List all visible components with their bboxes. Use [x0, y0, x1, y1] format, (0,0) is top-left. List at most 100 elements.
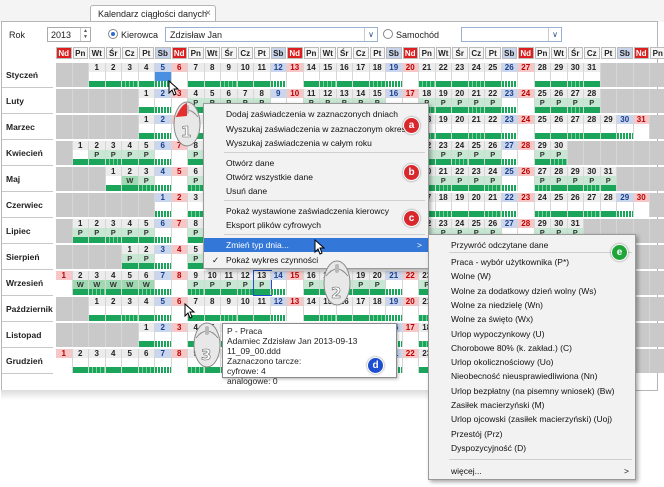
day-cell[interactable]: 22P	[485, 89, 502, 113]
day-cell[interactable]: 6W	[138, 271, 155, 295]
day-cell[interactable]: 17	[402, 323, 419, 347]
day-cell[interactable]: 2	[72, 349, 89, 373]
day-cell[interactable]: 31	[584, 63, 601, 87]
day-cell[interactable]: 28	[534, 63, 551, 87]
day-cell[interactable]: 24	[534, 193, 551, 217]
day-cell[interactable]: 2W	[72, 271, 89, 295]
day-cell[interactable]: 6	[138, 349, 155, 373]
day-cell[interactable]: 5	[122, 349, 139, 373]
day-cell[interactable]: 16P	[303, 271, 320, 295]
day-cell[interactable]: 23	[518, 193, 535, 217]
day-cell[interactable]: 27P	[567, 89, 584, 113]
day-cell[interactable]: 21	[419, 63, 436, 87]
day-cell[interactable]: 5P	[138, 141, 155, 165]
submenu-item-day-type[interactable]: Urlop okolicznościowy (Uo)	[429, 355, 635, 369]
day-cell[interactable]: 7	[155, 349, 172, 373]
day-cell[interactable]: 1	[89, 63, 106, 87]
day-cell[interactable]: 27P	[534, 167, 551, 191]
day-cell[interactable]: 7	[188, 63, 205, 87]
day-cell[interactable]: 1P	[122, 245, 139, 269]
day-cell[interactable]: 30	[617, 115, 634, 139]
day-cell[interactable]: 20	[402, 63, 419, 87]
day-cell[interactable]: 29	[551, 63, 568, 87]
samochod-select[interactable]: ∨	[461, 27, 562, 42]
day-cell[interactable]: 6	[155, 219, 172, 243]
day-cell[interactable]: 15	[320, 63, 337, 87]
tab-kalendarz[interactable]: Kalendarz ciągłości danych ×	[90, 5, 216, 22]
day-cell[interactable]: 2	[105, 63, 122, 87]
day-cell[interactable]: 9	[221, 297, 238, 321]
day-cell[interactable]: 20P	[369, 271, 386, 295]
day-cell[interactable]: 31	[633, 115, 650, 139]
day-cell[interactable]: 28	[600, 193, 617, 217]
submenu-item-day-type[interactable]: Dyspozycyjność (D)	[429, 441, 635, 455]
day-cell[interactable]: 12	[270, 63, 287, 87]
day-cell[interactable]: 25	[485, 63, 502, 87]
day-cell[interactable]: 1	[72, 141, 89, 165]
samochod-radio[interactable]	[383, 29, 393, 39]
day-cell[interactable]: 14	[303, 63, 320, 87]
day-cell[interactable]: 25	[501, 167, 518, 191]
day-cell[interactable]: 10	[237, 63, 254, 87]
day-cell[interactable]: 22	[402, 271, 419, 295]
submenu-item-day-type[interactable]: Urlop bezpłatny (na pisemny wniosek) (Bw…	[429, 384, 635, 398]
day-cell[interactable]: 29	[600, 115, 617, 139]
day-cell[interactable]: 22	[435, 63, 452, 87]
day-cell[interactable]: 1	[138, 115, 155, 139]
day-cell[interactable]: 4	[138, 297, 155, 321]
day-cell[interactable]: 19	[386, 297, 403, 321]
day-cell[interactable]: 2W	[122, 167, 139, 191]
day-cell[interactable]: 24	[518, 115, 535, 139]
day-cell[interactable]: 21	[386, 271, 403, 295]
day-cell[interactable]: 25	[534, 115, 551, 139]
day-cell[interactable]: 8	[171, 349, 188, 373]
day-cell[interactable]: 22	[501, 193, 518, 217]
day-cell[interactable]: 16	[336, 63, 353, 87]
day-cell[interactable]: 23	[501, 115, 518, 139]
day-cell[interactable]: 3P	[105, 219, 122, 243]
day-cell[interactable]: 27	[518, 63, 535, 87]
day-cell[interactable]: 24P	[452, 141, 469, 165]
day-cell[interactable]: 14	[270, 271, 287, 295]
day-cell[interactable]: 3	[171, 323, 188, 347]
submenu-item-day-type[interactable]: Chorobowe 80% (k. zakład.) (C)	[429, 341, 635, 355]
day-cell[interactable]: 29P	[567, 167, 584, 191]
day-cell[interactable]: 11	[254, 63, 271, 87]
day-cell[interactable]: 29P	[534, 141, 551, 165]
submenu-item-day-type[interactable]: Nieobecność nieusprawiedliwiona (Nn)	[429, 369, 635, 383]
day-cell[interactable]: 7	[171, 219, 188, 243]
day-cell[interactable]: 19	[435, 115, 452, 139]
day-cell[interactable]: 15	[287, 271, 304, 295]
day-cell[interactable]: 8	[171, 271, 188, 295]
day-cell[interactable]: 21P	[435, 167, 452, 191]
day-cell[interactable]: 4W	[105, 271, 122, 295]
day-cell[interactable]: 18	[435, 193, 452, 217]
day-cell[interactable]: 19	[386, 63, 403, 87]
day-cell[interactable]: 23	[452, 63, 469, 87]
day-cell[interactable]: 18	[369, 297, 386, 321]
day-cell[interactable]: 3W	[89, 271, 106, 295]
submenu-item-day-type[interactable]: Wolne za niedzielę (Wn)	[429, 298, 635, 312]
menu-item-pokaz-wykres[interactable]: ✓ Pokaż wykres czynności	[204, 253, 428, 267]
menu-item-otworz-wszystkie[interactable]: Otwórz wszystkie dane	[204, 170, 428, 184]
day-cell[interactable]: 28	[518, 141, 535, 165]
day-cell[interactable]: 21	[468, 115, 485, 139]
day-cell[interactable]: 2P	[89, 219, 106, 243]
day-cell[interactable]: 23P	[435, 141, 452, 165]
day-cell[interactable]: 19P	[353, 271, 370, 295]
day-cell[interactable]: 3	[122, 63, 139, 87]
day-cell[interactable]: 8	[204, 63, 221, 87]
day-cell[interactable]: 30P	[551, 141, 568, 165]
day-cell[interactable]: 1	[56, 349, 73, 373]
day-cell[interactable]: 28P	[551, 167, 568, 191]
day-cell[interactable]: 26P	[485, 141, 502, 165]
menu-item-otworz-dane[interactable]: Otwórz dane	[204, 156, 428, 170]
day-cell[interactable]: 20P	[452, 89, 469, 113]
day-cell[interactable]: 26P	[551, 89, 568, 113]
menu-item-eksport[interactable]: Eksport plików cyfrowych	[204, 218, 428, 232]
day-cell[interactable]: 4	[105, 349, 122, 373]
day-cell[interactable]: 31 P	[600, 167, 617, 191]
day-cell[interactable]: 4	[155, 167, 172, 191]
day-cell[interactable]: 5P	[138, 219, 155, 243]
submenu-item-day-type[interactable]: Wolne za święto (Wx)	[429, 312, 635, 326]
